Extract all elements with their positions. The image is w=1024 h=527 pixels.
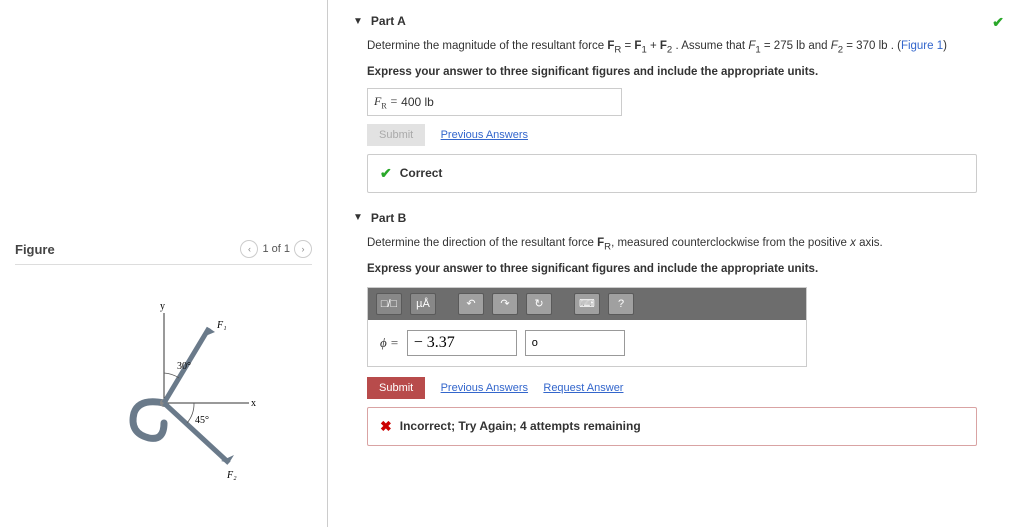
undo-button[interactable]: ↶ — [458, 293, 484, 315]
f2-label: F₂ — [226, 470, 237, 481]
part-b-title: Part B — [371, 211, 406, 225]
part-b-feedback: ✖ Incorrect; Try Again; 4 attempts remai… — [367, 407, 977, 446]
part-a-feedback: ✔ Correct — [367, 154, 977, 193]
axis-y-label: y — [160, 301, 165, 312]
part-a-complete-icon: ✔ — [992, 14, 1004, 31]
keyboard-button[interactable]: ⌨ — [574, 293, 600, 315]
part-b-header[interactable]: ▼ Part B — [353, 211, 1004, 225]
figure-pager: ‹ 1 of 1 › — [240, 240, 312, 258]
reset-button[interactable]: ↻ — [526, 293, 552, 315]
part-a-submit-button: Submit — [367, 124, 425, 146]
part-b-prompt: Determine the direction of the resultant… — [367, 235, 1004, 255]
part-a-answer-field[interactable]: FR = 400 lb — [367, 88, 622, 116]
part-b-answer-panel: □/□ µÅ ↶ ↷ ↻ ⌨ ? ϕ = — [367, 287, 807, 367]
check-icon: ✔ — [380, 165, 392, 182]
f1-label: F₁ — [216, 320, 227, 331]
redo-button[interactable]: ↷ — [492, 293, 518, 315]
help-button[interactable]: ? — [608, 293, 634, 315]
figure-link[interactable]: Figure 1 — [901, 40, 943, 52]
caret-down-icon: ▼ — [353, 212, 363, 223]
figure-diagram: x y F₁ 30° F₂ 45° — [15, 283, 312, 483]
part-b-instruction: Express your answer to three significant… — [367, 261, 1004, 279]
pager-prev-button[interactable]: ‹ — [240, 240, 258, 258]
part-a-title: Part A — [371, 14, 406, 28]
x-icon: ✖ — [380, 418, 392, 435]
caret-down-icon: ▼ — [353, 16, 363, 27]
part-a-instruction: Express your answer to three significant… — [367, 64, 1004, 82]
part-a-previous-answers-link[interactable]: Previous Answers — [441, 129, 528, 141]
part-b-value-input[interactable] — [407, 330, 517, 356]
figure-title: Figure — [15, 242, 55, 257]
template-picker-button[interactable]: □/□ — [376, 293, 402, 315]
pager-next-button[interactable]: › — [294, 240, 312, 258]
units-button[interactable]: µÅ — [410, 293, 436, 315]
axis-x-label: x — [251, 398, 256, 409]
pager-text: 1 of 1 — [262, 243, 290, 255]
part-b-unit-input[interactable] — [525, 330, 625, 356]
angle2-label: 45° — [195, 415, 209, 426]
answer-toolbar: □/□ µÅ ↶ ↷ ↻ ⌨ ? — [368, 288, 806, 320]
phi-symbol: ϕ = — [380, 335, 399, 351]
part-a-header[interactable]: ▼ Part A — [353, 14, 992, 28]
request-answer-link[interactable]: Request Answer — [543, 382, 623, 394]
part-a-prompt: Determine the magnitude of the resultant… — [367, 38, 1004, 58]
part-b-previous-answers-link[interactable]: Previous Answers — [441, 382, 528, 394]
angle1-label: 30° — [177, 361, 191, 372]
part-b-submit-button[interactable]: Submit — [367, 377, 425, 399]
